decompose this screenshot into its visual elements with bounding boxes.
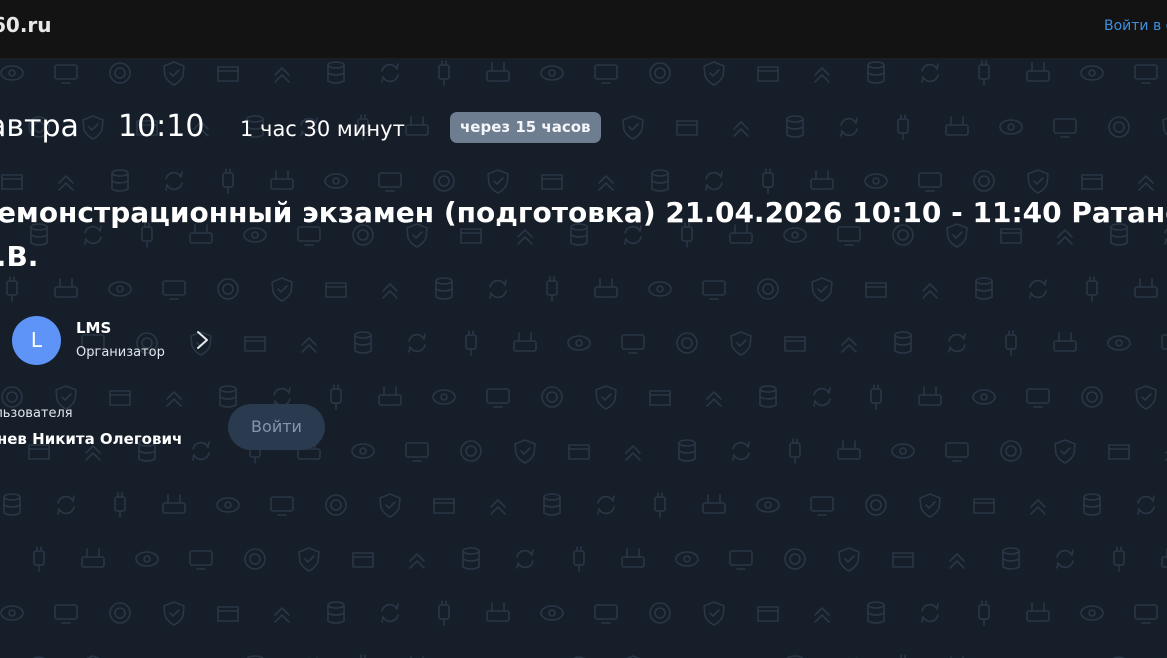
avatar: L [12, 316, 61, 365]
event-panel: завтра 10:10 1 час 30 минут через 15 час… [0, 59, 1167, 658]
organizer-card[interactable]: L LMS Организатор [12, 316, 222, 366]
user-field-label: пользователя [0, 406, 73, 421]
site-logo[interactable]: 60.ru [0, 13, 52, 37]
event-day: завтра [0, 109, 79, 144]
login-link[interactable]: Войти в с [1104, 18, 1167, 34]
join-button[interactable]: Войти [228, 404, 325, 450]
countdown-badge: через 15 часов [450, 112, 601, 143]
user-name: езнев Никита Олегович [0, 430, 183, 448]
organizer-role: Организатор [76, 345, 165, 360]
organizer-name: LMS [76, 319, 112, 337]
top-bar: 60.ru Войти в с [0, 0, 1167, 59]
event-title: Демонстрационный экзамен (подготовка) 21… [0, 196, 1167, 273]
chevron-right-icon [197, 331, 208, 349]
event-time: 10:10 [118, 109, 205, 144]
event-duration: 1 час 30 минут [240, 117, 405, 141]
